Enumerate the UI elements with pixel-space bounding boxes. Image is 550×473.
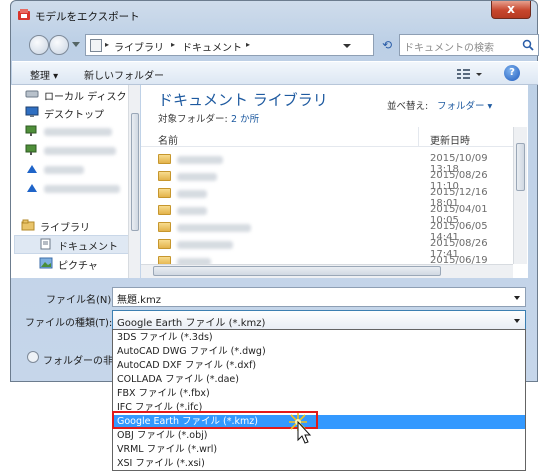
network-drive-icon	[25, 125, 37, 136]
nav-item-label: デスクトップ	[44, 110, 104, 121]
folder-icon	[158, 171, 171, 181]
filetype-dropdown-list: 3DS ファイル (*.3ds) AutoCAD DWG ファイル (*.dwg…	[112, 329, 526, 471]
nav-item-label-blurred	[44, 147, 116, 155]
table-row[interactable]: 2015/08/26 11:10	[141, 168, 515, 192]
library-title: ドキュメント ライブラリ	[158, 91, 328, 109]
library-includes-label: 対象フォルダー:	[158, 114, 228, 125]
filetype-option-fbx[interactable]: FBX ファイル (*.fbx)	[113, 387, 525, 401]
arrange-by-label: 並べ替え:	[387, 101, 429, 112]
column-name-header[interactable]: 名前	[158, 132, 178, 147]
recent-pages-chevron-icon[interactable]	[72, 42, 80, 48]
nav-item-label: ローカル ディスク	[44, 92, 127, 103]
filetype-select[interactable]: Google Earth ファイル (*.kmz)	[112, 310, 526, 330]
forward-button[interactable]	[49, 35, 69, 55]
filename-value: 無題.kmz	[117, 295, 161, 306]
file-list-pane: ドキュメント ライブラリ 対象フォルダー: 2 か所 並べ替え: フォルダー ▾…	[141, 85, 528, 278]
scroll-thumb[interactable]	[131, 113, 139, 231]
column-date-header[interactable]: 更新日時	[430, 132, 470, 147]
column-divider[interactable]	[418, 127, 419, 147]
breadcrumb-arrow-icon[interactable]: ▸	[171, 40, 175, 49]
nav-item-label: ライブラリ	[40, 223, 90, 234]
network-drive-icon	[25, 144, 37, 155]
address-bar[interactable]: ▸ ライブラリ ▸ ドキュメント ▸	[85, 34, 374, 56]
title-bar[interactable]: モデルをエクスポート x	[11, 1, 537, 29]
documents-icon	[40, 238, 51, 250]
mouse-cursor-icon	[289, 413, 312, 444]
navigation-scrollbar[interactable]	[128, 85, 140, 278]
table-row[interactable]: 2015/10/09 13:18	[141, 151, 515, 175]
filetype-option-xsi[interactable]: XSI ファイル (*.xsi)	[113, 457, 525, 471]
search-box[interactable]: ドキュメントの検索	[399, 34, 539, 56]
folder-icon	[158, 222, 171, 232]
cloud-drive-icon	[27, 184, 37, 192]
folder-location-icon	[90, 39, 102, 52]
breadcrumb-documents[interactable]: ドキュメント	[182, 39, 242, 54]
file-name-blurred	[177, 241, 233, 249]
command-toolbar: 整理 ▾ 新しいフォルダー ?	[12, 61, 538, 85]
horizontal-scroll-thumb[interactable]	[153, 266, 441, 276]
file-name-blurred	[177, 190, 207, 198]
help-icon[interactable]: ?	[504, 65, 520, 81]
pictures-icon	[39, 257, 53, 269]
organize-button[interactable]: 整理 ▾	[30, 67, 58, 82]
column-header: 名前 更新日時	[141, 127, 515, 147]
folder-icon	[158, 239, 171, 249]
breadcrumb-library[interactable]: ライブラリ	[114, 39, 164, 54]
table-row[interactable]: 2015/12/16 18:01	[141, 185, 515, 209]
library-icon	[21, 219, 35, 231]
filename-field[interactable]: 無題.kmz	[112, 287, 526, 307]
desktop-icon	[25, 106, 39, 117]
nav-item-label-blurred	[44, 185, 120, 193]
nav-item-label: ドキュメント	[58, 242, 118, 253]
table-row[interactable]: 2015/04/01 10:05	[141, 202, 515, 226]
nav-item-label: ピクチャ	[58, 261, 98, 272]
vertical-scroll-thumb[interactable]	[516, 143, 525, 191]
breadcrumb-arrow-icon[interactable]: ▸	[246, 40, 250, 49]
search-icon[interactable]	[522, 39, 534, 51]
filetype-option-dae[interactable]: COLLADA ファイル (*.dae)	[113, 373, 525, 387]
chevron-down-icon[interactable]	[514, 296, 520, 300]
filetype-option-3ds[interactable]: 3DS ファイル (*.3ds)	[113, 331, 525, 345]
address-dropdown-chevron-icon[interactable]	[343, 44, 351, 48]
filename-label: ファイル名(N):	[46, 295, 115, 306]
close-button[interactable]: x	[491, 1, 531, 19]
folder-icon	[158, 205, 171, 215]
chevron-down-icon[interactable]	[514, 319, 520, 323]
collapse-arrow-icon[interactable]	[27, 351, 39, 363]
cloud-drive-icon	[27, 165, 37, 173]
folder-icon	[158, 154, 171, 164]
library-includes-link[interactable]: 2 か所	[231, 111, 259, 125]
filetype-option-dxf[interactable]: AutoCAD DXF ファイル (*.dxf)	[113, 359, 525, 373]
nav-item-label-blurred	[44, 166, 84, 174]
refresh-icon[interactable]: ⟲	[378, 36, 396, 54]
app-icon	[18, 9, 30, 20]
filetype-value: Google Earth ファイル (*.kmz)	[117, 318, 266, 329]
table-row[interactable]: 2015/08/26 17:41	[141, 236, 515, 260]
filetype-option-dwg[interactable]: AutoCAD DWG ファイル (*.dwg)	[113, 345, 525, 359]
table-row[interactable]: 2015/06/05 14:41	[141, 219, 515, 243]
back-button[interactable]	[29, 35, 49, 55]
folder-icon	[158, 188, 171, 198]
file-name-blurred	[177, 173, 217, 181]
window-title: モデルをエクスポート	[35, 11, 140, 23]
filetype-label: ファイルの種類(T):	[25, 318, 113, 329]
file-name-blurred	[177, 156, 223, 164]
file-name-blurred	[177, 207, 207, 215]
file-name-blurred	[177, 224, 251, 232]
disk-icon	[25, 90, 39, 98]
search-input[interactable]: ドキュメントの検索	[404, 39, 494, 54]
nav-item-label-blurred	[44, 128, 112, 136]
breadcrumb-arrow-icon[interactable]: ▸	[105, 40, 109, 49]
close-icon: x	[507, 2, 515, 16]
new-folder-button[interactable]: 新しいフォルダー	[84, 67, 164, 82]
navigation-pane: ローカル ディスク デスクトップ ライブラリ ドキュメント ピクチャ	[11, 85, 139, 278]
arrange-by-dropdown[interactable]: フォルダー ▾	[437, 98, 492, 112]
view-options-icon[interactable]	[455, 67, 485, 81]
